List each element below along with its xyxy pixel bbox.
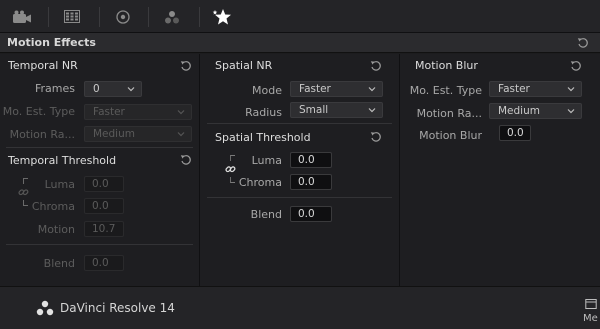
motion-effects-panel: Temporal NR Frames 0 Mo. Est. Type Faste… bbox=[0, 54, 600, 286]
camera-tool-button[interactable] bbox=[4, 0, 40, 33]
nodes-icon bbox=[165, 10, 179, 23]
link-bracket-bottom bbox=[230, 177, 235, 183]
temporal-luma-field[interactable]: 0.0 bbox=[84, 176, 124, 192]
chevron-down-icon bbox=[567, 109, 575, 114]
target-tool-button[interactable] bbox=[107, 0, 139, 33]
app-brand-name: DaVinci Resolve 14 bbox=[60, 301, 175, 315]
reset-icon bbox=[370, 132, 381, 142]
spatial-blend-label: Blend bbox=[250, 208, 282, 221]
davinci-logo-icon bbox=[36, 300, 54, 316]
motion-blur-title: Motion Blur bbox=[415, 59, 478, 72]
link-bracket-top bbox=[230, 155, 235, 161]
frames-dropdown[interactable]: 0 bbox=[84, 81, 142, 97]
target-icon bbox=[116, 9, 130, 24]
spatial-link-icon[interactable] bbox=[225, 164, 236, 175]
temporal-mo-est-dropdown[interactable]: Faster bbox=[84, 104, 192, 120]
spatial-mode-value: Faster bbox=[299, 83, 331, 95]
temporal-mo-est-value: Faster bbox=[93, 106, 125, 118]
chevron-down-icon bbox=[127, 87, 135, 92]
app-footer: DaVinci Resolve 14 Me bbox=[0, 286, 600, 329]
temporal-motion-range-label: Motion Ra... bbox=[9, 128, 75, 141]
motion-blur-motion-range-value: Medium bbox=[498, 105, 540, 117]
chevron-down-icon bbox=[368, 108, 376, 113]
motion-blur-mo-est-dropdown[interactable]: Faster bbox=[489, 81, 582, 97]
grid-icon bbox=[64, 10, 80, 23]
temporal-nr-reset-button[interactable] bbox=[179, 59, 193, 73]
temporal-luma-label: Luma bbox=[44, 178, 75, 191]
motion-blur-mo-est-value: Faster bbox=[498, 83, 530, 95]
spatial-luma-field[interactable]: 0.0 bbox=[290, 152, 332, 168]
panel-reset-button[interactable] bbox=[576, 36, 590, 50]
chevron-down-icon bbox=[567, 87, 575, 92]
media-icon[interactable] bbox=[585, 298, 597, 310]
spatial-radius-value: Small bbox=[299, 104, 329, 116]
temporal-chroma-field[interactable]: 0.0 bbox=[84, 198, 124, 214]
nodes-tool-button[interactable] bbox=[156, 0, 188, 33]
frames-value: 0 bbox=[93, 83, 100, 95]
temporal-motion-label: Motion bbox=[37, 223, 75, 236]
page-toolbar bbox=[0, 0, 600, 33]
spatial-mode-dropdown[interactable]: Faster bbox=[290, 81, 383, 97]
sparkle-star-icon bbox=[212, 8, 231, 24]
spatial-chroma-field[interactable]: 0.0 bbox=[290, 174, 332, 190]
temporal-chroma-label: Chroma bbox=[31, 200, 75, 213]
temporal-blend-field[interactable]: 0.0 bbox=[84, 255, 124, 271]
reset-icon bbox=[570, 61, 581, 71]
reset-icon bbox=[180, 155, 191, 165]
radius-label: Radius bbox=[245, 106, 282, 119]
temporal-motion-range-dropdown[interactable]: Medium bbox=[84, 126, 192, 142]
chevron-down-icon bbox=[177, 110, 185, 115]
temporal-link-icon[interactable] bbox=[18, 187, 29, 198]
motion-blur-motion-range-label: Motion Ra... bbox=[416, 107, 482, 120]
reset-icon bbox=[180, 61, 191, 71]
reset-icon bbox=[370, 61, 381, 71]
chevron-down-icon bbox=[368, 87, 376, 92]
temporal-mo-est-label: Mo. Est. Type bbox=[2, 105, 75, 118]
spatial-luma-label: Luma bbox=[251, 154, 282, 167]
effects-tool-button[interactable] bbox=[205, 0, 239, 33]
media-page-label[interactable]: Me bbox=[583, 313, 598, 324]
temporal-motion-field[interactable]: 10.7 bbox=[84, 221, 124, 237]
temporal-nr-title: Temporal NR bbox=[8, 59, 78, 72]
spatial-nr-reset-button[interactable] bbox=[369, 59, 383, 73]
motion-blur-motion-range-dropdown[interactable]: Medium bbox=[489, 103, 582, 119]
temporal-threshold-title: Temporal Threshold bbox=[8, 154, 117, 167]
spatial-nr-title: Spatial NR bbox=[215, 59, 273, 72]
motion-blur-amount-label: Motion Blur bbox=[419, 129, 482, 142]
chevron-down-icon bbox=[177, 132, 185, 137]
grid-tool-button[interactable] bbox=[56, 0, 88, 33]
panel-title-bar: Motion Effects bbox=[0, 33, 600, 53]
temporal-motion-range-value: Medium bbox=[93, 128, 135, 140]
motion-blur-amount-field[interactable]: 0.0 bbox=[499, 125, 531, 141]
spatial-threshold-title: Spatial Threshold bbox=[215, 131, 311, 144]
reset-icon bbox=[577, 38, 588, 48]
link-bracket-bottom bbox=[23, 200, 28, 206]
spatial-blend-field[interactable]: 0.0 bbox=[290, 206, 332, 222]
motion-blur-reset-button[interactable] bbox=[569, 59, 583, 73]
motion-blur-mo-est-label: Mo. Est. Type bbox=[409, 84, 482, 97]
frames-label: Frames bbox=[34, 82, 75, 95]
spatial-threshold-reset-button[interactable] bbox=[369, 130, 383, 144]
camera-icon bbox=[13, 10, 31, 23]
temporal-blend-label: Blend bbox=[43, 257, 75, 270]
mode-label: Mode bbox=[252, 84, 282, 97]
link-bracket-top bbox=[23, 178, 28, 184]
panel-title: Motion Effects bbox=[7, 36, 96, 49]
spatial-radius-dropdown[interactable]: Small bbox=[290, 102, 383, 118]
spatial-chroma-label: Chroma bbox=[238, 176, 282, 189]
temporal-threshold-reset-button[interactable] bbox=[179, 153, 193, 167]
